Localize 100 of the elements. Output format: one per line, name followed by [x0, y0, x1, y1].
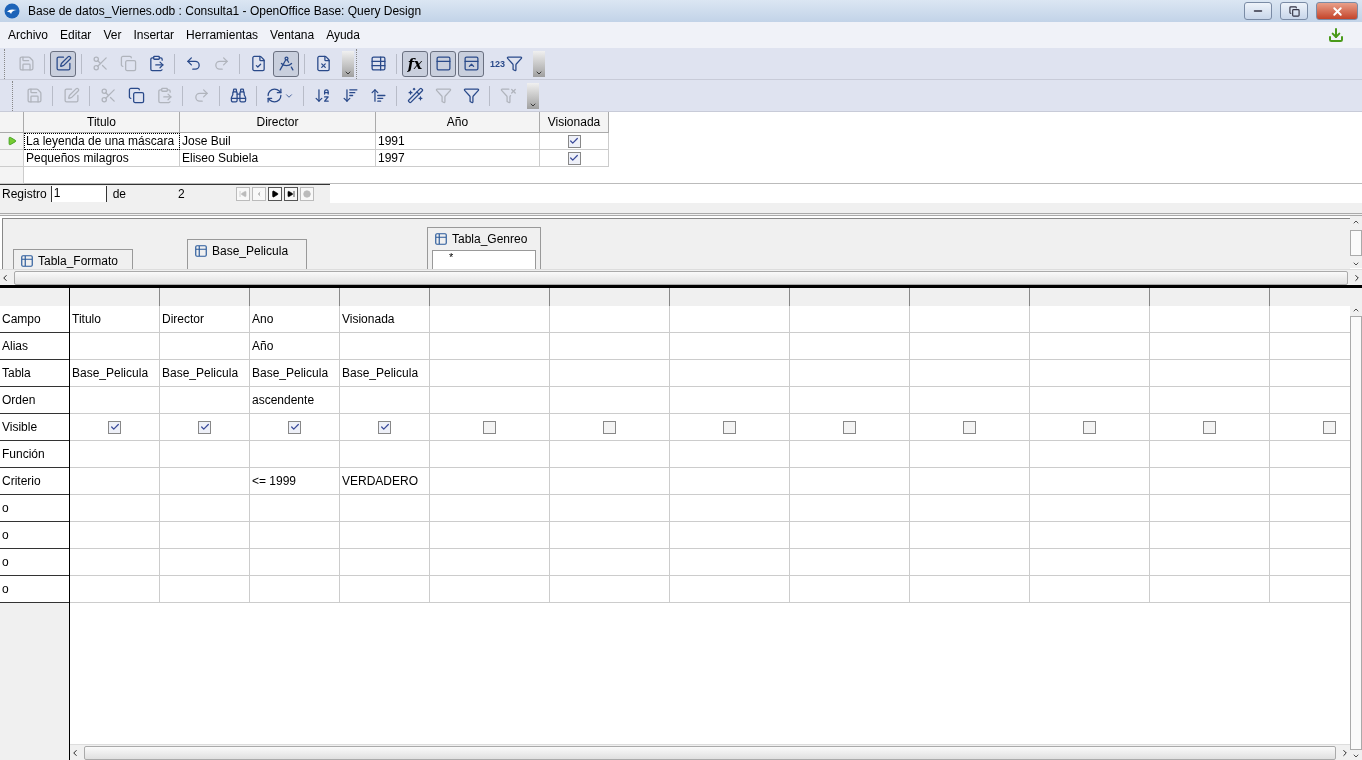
grid-cell[interactable]	[1030, 549, 1150, 576]
grid-cell[interactable]	[160, 441, 250, 468]
menu-item[interactable]: Insertar	[127, 28, 181, 42]
grid-cell[interactable]	[550, 522, 670, 549]
grid-cell[interactable]	[1150, 333, 1270, 360]
column-header[interactable]	[550, 288, 670, 306]
column-header[interactable]	[250, 288, 340, 306]
column-header[interactable]: Visionada	[540, 112, 609, 133]
toolbar-button[interactable]: fx	[402, 50, 428, 77]
column-header[interactable]	[910, 288, 1030, 306]
grid-cell[interactable]	[340, 522, 430, 549]
navigation-button[interactable]	[284, 187, 299, 201]
grid-cell[interactable]	[430, 333, 550, 360]
table-window[interactable]: Tabla_Formato	[13, 249, 133, 269]
menu-item[interactable]: Ver	[97, 28, 128, 42]
grid-cell[interactable]	[1030, 441, 1150, 468]
checkbox[interactable]	[603, 420, 616, 434]
grid-cell[interactable]	[670, 468, 790, 495]
grid-cell[interactable]: Base_Pelicula	[70, 360, 160, 387]
grid-cell[interactable]	[550, 549, 670, 576]
grid-cell[interactable]	[1150, 495, 1270, 522]
grid-cell[interactable]	[430, 306, 550, 333]
grid-cell[interactable]	[340, 576, 430, 603]
toolbar-button[interactable]	[50, 50, 76, 77]
toolbar-button[interactable]	[430, 50, 456, 77]
grid-cell[interactable]	[670, 360, 790, 387]
grid-cell[interactable]	[790, 414, 910, 441]
grid-cell[interactable]	[160, 522, 250, 549]
grid-cell[interactable]	[430, 495, 550, 522]
grid-cell[interactable]	[70, 522, 160, 549]
grid-cell[interactable]	[550, 495, 670, 522]
grid-cell[interactable]	[160, 333, 250, 360]
grid-cell[interactable]	[250, 576, 340, 603]
grid-cell[interactable]	[1150, 360, 1270, 387]
grid-cell[interactable]	[670, 414, 790, 441]
grid-cell[interactable]	[160, 549, 250, 576]
grid-cell[interactable]	[1030, 522, 1150, 549]
grid-cell[interactable]	[550, 414, 670, 441]
column-header[interactable]	[340, 288, 430, 306]
column-header[interactable]	[70, 288, 160, 306]
grid-cell[interactable]	[1150, 441, 1270, 468]
grid-cell[interactable]	[670, 549, 790, 576]
checkbox[interactable]	[1083, 420, 1096, 434]
grid-cell[interactable]	[670, 522, 790, 549]
grid-cell[interactable]	[250, 549, 340, 576]
grid-cell[interactable]	[790, 306, 910, 333]
checkbox[interactable]	[108, 420, 121, 434]
grid-cell[interactable]	[1030, 387, 1150, 414]
checkbox[interactable]	[378, 420, 391, 434]
grid-cell[interactable]	[910, 414, 1030, 441]
checkbox[interactable]	[963, 420, 976, 434]
scroll-thumb[interactable]	[1350, 230, 1362, 256]
grid-cell[interactable]: Director	[160, 306, 250, 333]
checkbox[interactable]	[843, 420, 856, 434]
checkbox[interactable]	[1203, 420, 1216, 434]
menu-item[interactable]: Ventana	[264, 28, 321, 42]
grid-cell[interactable]	[910, 360, 1030, 387]
close-button[interactable]	[1316, 2, 1358, 20]
scrollbar[interactable]	[1350, 216, 1362, 268]
grid-cell[interactable]	[670, 387, 790, 414]
grid-cell[interactable]: Visionada	[340, 306, 430, 333]
grid-cell[interactable]	[670, 576, 790, 603]
grid-cell[interactable]	[790, 441, 910, 468]
menu-item[interactable]: Editar	[54, 28, 98, 42]
grid-cell[interactable]	[550, 387, 670, 414]
grid-cell[interactable]	[1030, 306, 1150, 333]
grid-cell[interactable]	[250, 414, 340, 441]
grid-cell[interactable]	[340, 549, 430, 576]
grid-cell[interactable]	[790, 360, 910, 387]
column-header[interactable]	[160, 288, 250, 306]
row-header[interactable]	[0, 150, 24, 167]
minimize-button[interactable]	[1244, 2, 1272, 20]
grid-cell[interactable]	[160, 414, 250, 441]
navigation-button[interactable]	[268, 187, 283, 201]
grid-cell[interactable]	[70, 468, 160, 495]
checkbox[interactable]	[567, 134, 581, 148]
download-icon[interactable]	[1328, 27, 1344, 43]
grid-cell[interactable]	[430, 387, 550, 414]
grid-cell[interactable]	[1030, 414, 1150, 441]
grid-cell[interactable]	[910, 333, 1030, 360]
grid-cell[interactable]	[910, 495, 1030, 522]
grid-cell[interactable]	[910, 576, 1030, 603]
grid-cell[interactable]	[160, 387, 250, 414]
grid-cell[interactable]: Base_Pelicula	[340, 360, 430, 387]
grid-cell[interactable]	[250, 495, 340, 522]
grid-cell[interactable]	[340, 387, 430, 414]
grid-cell[interactable]	[1150, 576, 1270, 603]
grid-cell[interactable]	[430, 549, 550, 576]
grid-cell[interactable]	[160, 495, 250, 522]
column-header[interactable]	[1030, 288, 1150, 306]
column-header[interactable]	[670, 288, 790, 306]
grid-cell[interactable]	[670, 306, 790, 333]
grid-cell[interactable]	[670, 495, 790, 522]
grid-cell[interactable]	[550, 333, 670, 360]
overflow-button[interactable]	[533, 50, 546, 77]
grid-cell[interactable]	[910, 468, 1030, 495]
grid-cell[interactable]	[550, 468, 670, 495]
row-header[interactable]	[0, 133, 24, 150]
toolbar-button[interactable]	[458, 50, 484, 77]
grid-cell[interactable]	[160, 468, 250, 495]
